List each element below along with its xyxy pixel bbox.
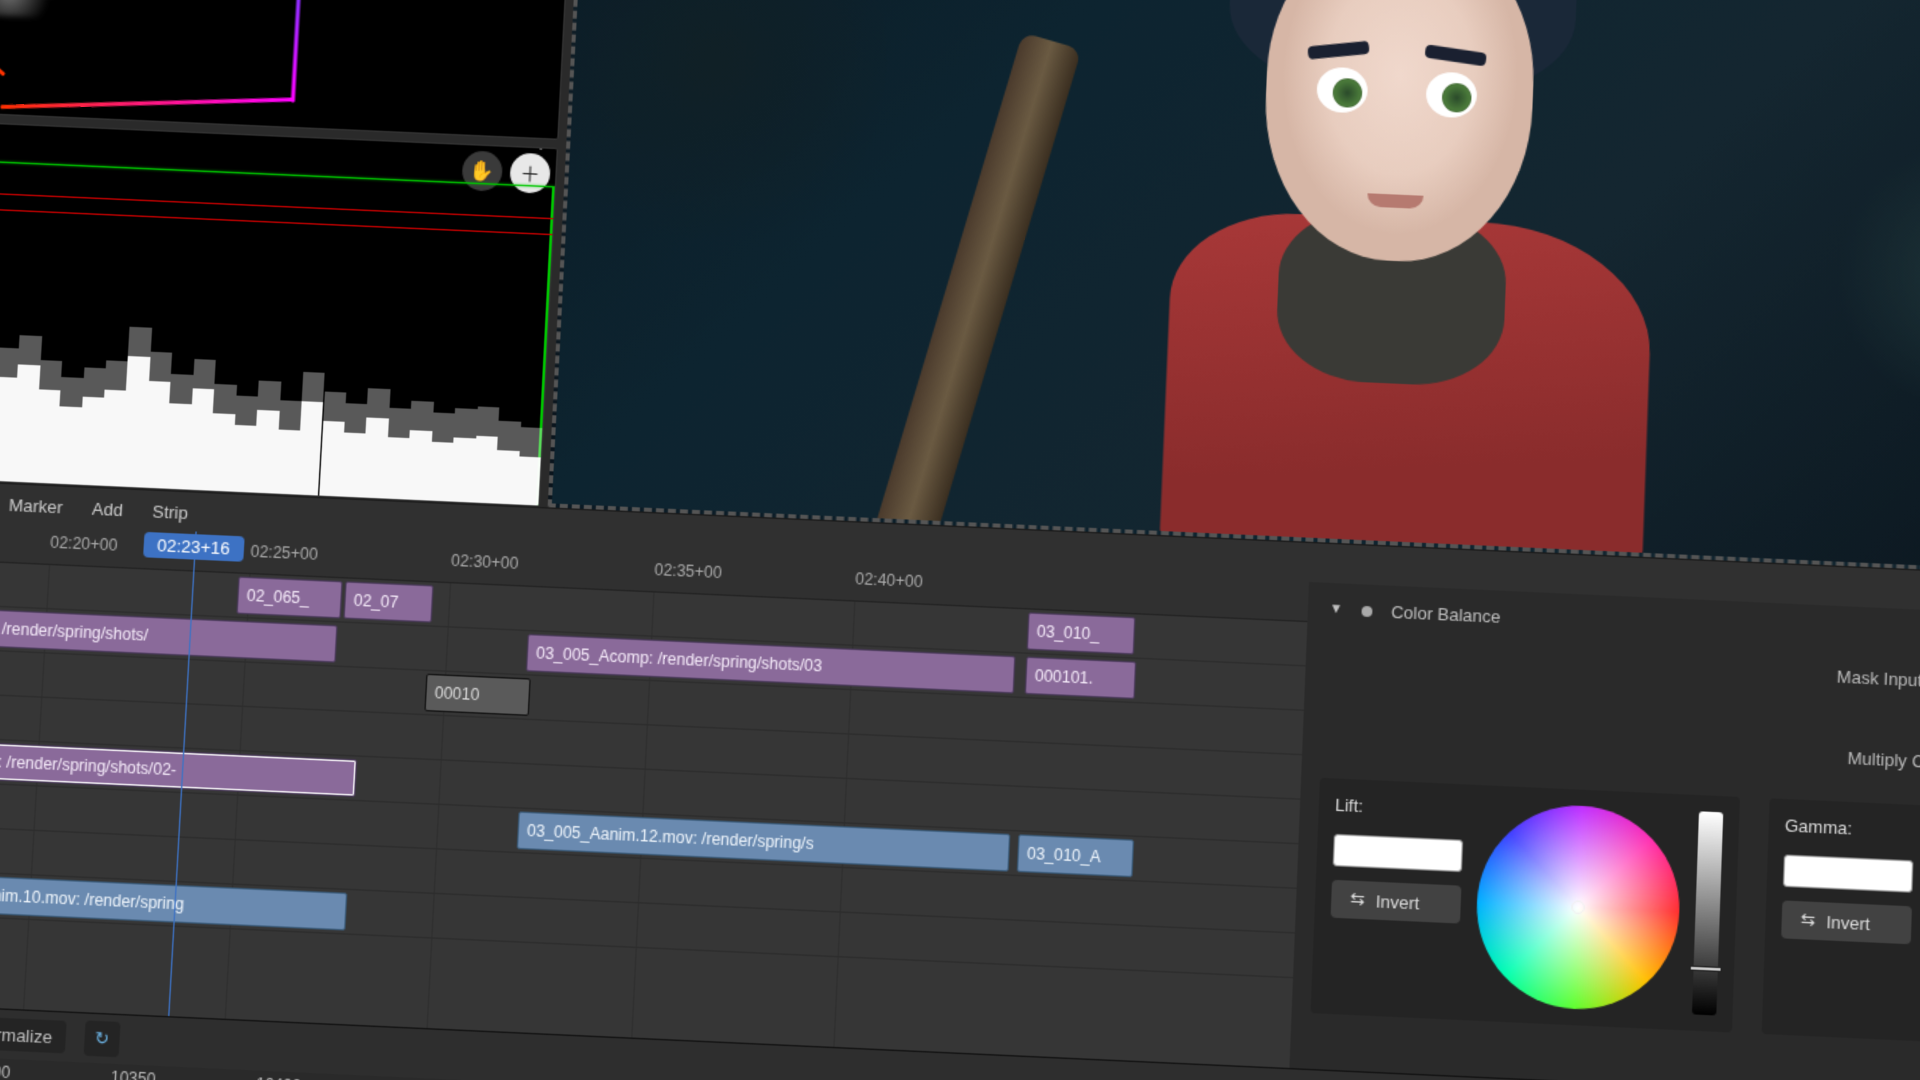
timeline[interactable]: 02:10+0002:15+0002:20+0002:25+0002:30+00… [0,507,1309,1068]
zoom-plus-icon[interactable]: ＋ [509,152,551,193]
normalize-button[interactable]: ⛶ Normalize [0,1015,67,1053]
pan-hand-icon[interactable]: ✋ [461,150,503,191]
swap-icon: ⇆ [1350,889,1366,911]
modifier-dot-icon [1361,605,1372,616]
mask-input-type-label: Mask Input Type [1837,666,1920,692]
waveform-scope: ⌄ ✋ ＋ [0,109,558,507]
disclosure-triangle-icon[interactable]: ▼ [1329,602,1343,617]
properties-panel: ▼ Color Balance Mask Input Type Mask Mul… [1289,582,1920,1080]
lift-invert-button[interactable]: ⇆ Invert [1331,880,1462,924]
multiply-colors-label: Multiply Colors [1847,747,1920,772]
vectorscope [0,0,576,140]
menu-strip[interactable]: Strip [146,497,194,527]
ruler-tick: 02:35+00 [654,560,722,582]
strip[interactable]: 00010 [424,674,530,716]
lift-box: Lift: ⇆ Invert [1311,778,1740,1033]
gamma-box: Gamma: ⇆ Invert [1762,798,1920,1054]
gamma-title: Gamma: [1784,815,1914,847]
ruler-tick: 02:30+00 [451,551,519,573]
lift-title: Lift: [1334,795,1464,827]
gamma-color-swatch[interactable] [1783,854,1914,892]
refresh-button[interactable]: ↻ [83,1020,120,1057]
strip[interactable]: 03_010_ [1027,612,1136,654]
strip[interactable]: 02_065_ [236,576,342,618]
panel-title: Color Balance [1391,602,1501,627]
swap-icon: ⇆ [1800,909,1815,931]
menu-marker[interactable]: Marker [3,491,69,522]
graph-tick: 10400 [256,1075,302,1080]
gamma-invert-button[interactable]: ⇆ Invert [1781,900,1912,944]
playhead-badge[interactable]: 02:23+16 [143,532,244,562]
lift-color-swatch[interactable] [1333,834,1464,872]
preview-viewport[interactable] [548,0,1920,583]
graph-tick: 10300 [0,1061,11,1080]
lift-color-wheel[interactable] [1473,801,1683,1013]
strip[interactable]: 02_07 [343,581,433,623]
strip[interactable]: 000101. [1025,657,1137,700]
menu-add[interactable]: Add [86,494,129,524]
ruler-tick: 02:40+00 [855,569,923,591]
strip[interactable]: 03_010_A [1017,834,1134,877]
timeline-tracks[interactable]: 02_065_02_0703_010_02_045_Acomp:02_055_A… [0,547,1307,1068]
ruler-tick: 02:25+00 [250,542,318,564]
ruler-tick: 02:20+00 [50,533,118,555]
lift-value-slider[interactable] [1692,811,1723,1015]
graph-tick: 10350 [110,1068,156,1080]
